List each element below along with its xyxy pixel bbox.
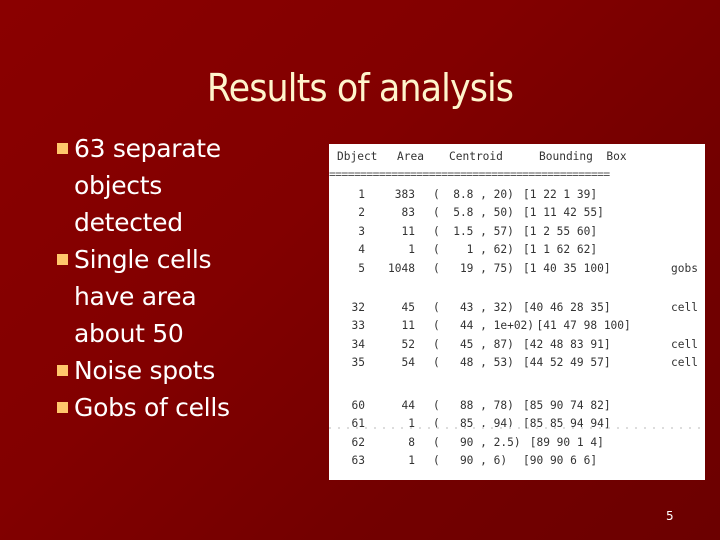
cell-bounding-box: [1 1 62 62] [523, 243, 598, 257]
cell-centroid: ( 48 , 53) [433, 356, 514, 370]
cell-centroid: ( 90 , 6) [433, 454, 508, 468]
bullet-item: Gobs of cells [52, 389, 322, 426]
scan-noise [329, 427, 705, 429]
bullet-item: 63 separate objects detected [52, 130, 322, 241]
cell-centroid: ( 90 , 2.5) [433, 435, 521, 449]
cell-object: 3 [358, 224, 365, 238]
cell-label: cell [671, 337, 698, 351]
cell-bounding-box: [44 52 49 57] [523, 356, 611, 370]
table-row: 62 8 ( 90 , 2.5) [89 90 1 4] [329, 436, 705, 452]
cell-object: 1 [358, 188, 365, 201]
table-row: 34 52 ( 45 , 87) [42 48 83 91] cell [329, 338, 705, 354]
header-object: Dbject [337, 150, 378, 163]
header-bounding-box: Bounding Box [539, 150, 627, 163]
cell-bounding-box: [1 11 42 55] [523, 206, 604, 220]
cell-bounding-box: [40 46 28 35] [523, 301, 611, 314]
bullet-text: 63 separate objects detected [74, 134, 221, 237]
cell-bounding-box: [90 90 6 6] [523, 454, 598, 468]
cell-object: 35 [351, 356, 365, 370]
table-row: 35 54 ( 48 , 53) [44 52 49 57] cell [329, 356, 705, 372]
cell-object: 4 [358, 243, 365, 257]
cell-area: 1 [408, 454, 415, 468]
cell-centroid: ( 44 , 1e+02) [433, 319, 535, 333]
cell-object: 60 [351, 399, 365, 412]
table-row: 60 44 ( 88 , 78) [85 90 74 82] [329, 399, 705, 415]
cell-centroid: ( 5.8 , 50) [433, 206, 514, 220]
table-row: 61 1( 85 , 94) [85 85 94 94] [329, 417, 705, 433]
cell-object: 63 [351, 454, 365, 468]
analysis-table-image: Dbject Area Centroid Bounding Box ======… [329, 144, 705, 480]
cell-object: 2 [358, 206, 365, 220]
cell-area: 45 [401, 301, 415, 314]
cell-area: 11 [401, 319, 415, 333]
cell-bounding-box: [85 90 74 82] [523, 399, 611, 412]
table-header: Dbject Area Centroid Bounding Box [329, 150, 705, 164]
cell-area: 54 [401, 356, 415, 370]
bullet-text: Noise spots [74, 356, 216, 385]
table-row: 63 1 ( 90 , 6) [90 90 6 6] [329, 454, 705, 470]
table-row: 32 45 ( 43 , 32) [40 46 28 35] cell [329, 301, 705, 317]
bullet-item: Single cells have area about 50 [52, 241, 322, 352]
cell-area: 52 [401, 337, 415, 351]
cell-centroid: ( 45 , 87) [433, 337, 514, 351]
cell-object: 32 [351, 301, 365, 314]
page-number: 5 [666, 509, 674, 523]
cell-centroid: ( 43 , 32) [433, 301, 514, 314]
cell-bounding-box: [1 2 55 60] [523, 224, 598, 238]
cell-label: gobs [671, 261, 698, 275]
cell-bounding-box: [1 40 35 100] [523, 261, 611, 275]
table-row: 5 1048 ( 19 , 75) [1 40 35 100] gobs [329, 262, 705, 278]
header-area: Area [397, 150, 424, 163]
cell-bounding-box: [41 47 98 100] [523, 319, 631, 333]
bullet-text: Single cells have area about 50 [74, 245, 212, 348]
cell-bounding-box: [1 22 1 39] [523, 188, 598, 201]
cell-area: 8 [408, 435, 415, 449]
table-row: 33 11 ( 44 , 1e+02) [41 47 98 100] [329, 319, 705, 335]
cell-centroid: ( 88 , 78) [433, 399, 514, 412]
slide-title: Results of analysis [206, 66, 514, 110]
cell-object: 5 [358, 261, 365, 275]
cell-bounding-box: [89 90 1 4] [523, 435, 604, 449]
square-bullet-icon [57, 402, 68, 413]
cell-area: 1048 [388, 261, 415, 275]
square-bullet-icon [57, 365, 68, 376]
cell-centroid: ( 1.5 , 57) [433, 224, 514, 238]
cell-area: 44 [401, 399, 415, 412]
cell-object: 62 [351, 435, 365, 449]
table-row: 3 11 ( 1.5 , 57) [1 2 55 60] [329, 225, 705, 241]
bullet-text: Gobs of cells [74, 393, 230, 422]
table-row: 1 383 ( 8.8 , 20) [1 22 1 39] [329, 188, 705, 204]
cell-centroid: ( 8.8 , 20) [433, 188, 514, 201]
header-separator: ========================================… [329, 168, 610, 181]
bullet-list: 63 separate objects detected Single cell… [52, 130, 322, 426]
table-row: 2 83 ( 5.8 , 50) [1 11 42 55] [329, 206, 705, 222]
cell-object: 34 [351, 337, 365, 351]
table-row: 4 1 ( 1 , 62) [1 1 62 62] [329, 243, 705, 259]
cell-area: 1 [408, 243, 415, 257]
cell-area: 83 [401, 206, 415, 220]
cell-area: 383 [394, 188, 415, 201]
square-bullet-icon [57, 143, 68, 154]
cell-object: 33 [351, 319, 365, 333]
cell-centroid: ( 19 , 75) [433, 261, 514, 275]
square-bullet-icon [57, 254, 68, 265]
cell-centroid: ( 1 , 62) [433, 243, 514, 257]
cell-label: cell [671, 356, 698, 370]
cell-label: cell [671, 301, 698, 314]
cell-bounding-box: [42 48 83 91] [523, 337, 611, 351]
header-centroid: Centroid [449, 150, 503, 163]
bullet-item: Noise spots [52, 352, 322, 389]
cell-area: 11 [401, 224, 415, 238]
